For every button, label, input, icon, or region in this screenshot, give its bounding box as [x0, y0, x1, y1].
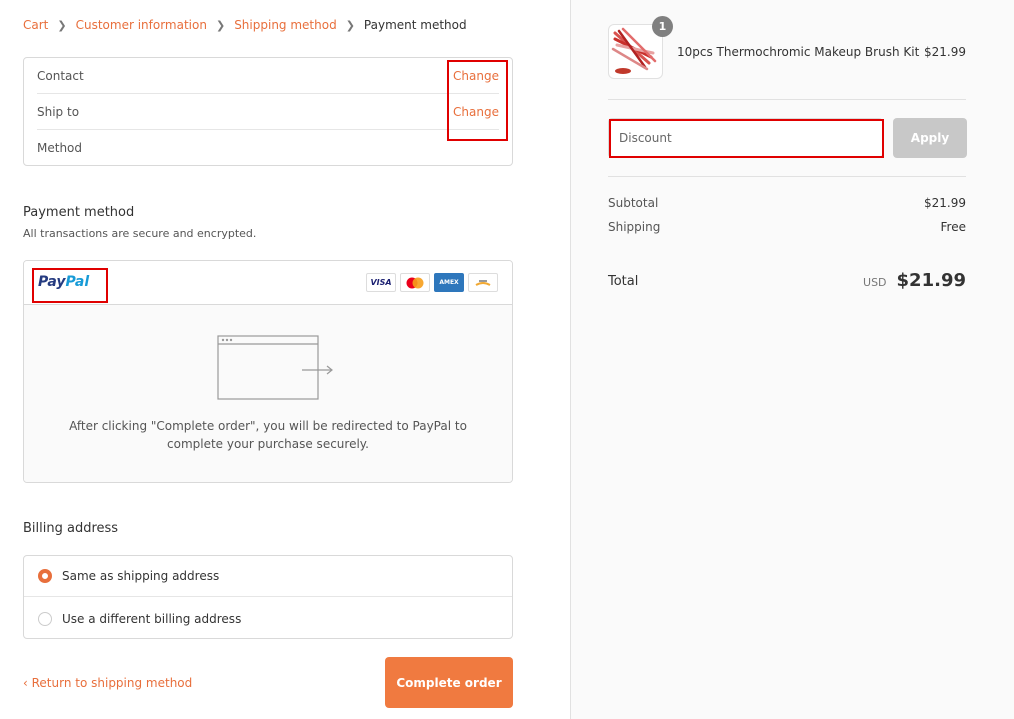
- shipping-label: Shipping: [608, 220, 661, 234]
- billing-option-same-label: Same as shipping address: [62, 569, 220, 583]
- divider: [608, 99, 966, 100]
- change-ship-to-link[interactable]: Change: [453, 105, 499, 119]
- browser-redirect-icon: [217, 335, 333, 400]
- shipping-value: Free: [940, 220, 966, 234]
- quantity-badge: 1: [652, 16, 673, 37]
- subtotal-value: $21.99: [924, 196, 966, 210]
- payment-box: PayPal VISA AMEX After clicking "Complet…: [23, 260, 513, 483]
- subtotal-row: Subtotal $21.99: [608, 196, 966, 210]
- order-review-box: Contact Change Ship to Change Method: [23, 57, 513, 166]
- apply-discount-button[interactable]: Apply: [893, 118, 967, 158]
- amex-icon: AMEX: [434, 273, 464, 292]
- subtotal-label: Subtotal: [608, 196, 659, 210]
- total-value: $21.99: [896, 270, 966, 291]
- payment-method-subtitle: All transactions are secure and encrypte…: [23, 227, 257, 240]
- checkout-main: Cart ❯ Customer information ❯ Shipping m…: [0, 0, 570, 719]
- total-currency: USD: [863, 276, 887, 289]
- total-label: Total: [608, 274, 639, 289]
- radio-different-billing[interactable]: [38, 611, 52, 626]
- redirect-message: After clicking "Complete order", you wil…: [69, 419, 467, 451]
- billing-option-different-label: Use a different billing address: [62, 611, 242, 626]
- paypal-logo: PayPal: [38, 274, 90, 290]
- breadcrumb: Cart ❯ Customer information ❯ Shipping m…: [23, 18, 467, 32]
- chevron-right-icon: ❯: [57, 18, 67, 32]
- breadcrumb-shipping-method[interactable]: Shipping method: [234, 18, 337, 32]
- method-label: Method: [37, 141, 83, 155]
- ship-to-label: Ship to: [37, 104, 80, 119]
- billing-address-box: Same as shipping address Use a different…: [23, 555, 513, 639]
- review-row-ship-to: Ship to Change: [37, 94, 499, 130]
- change-contact-link[interactable]: Change: [453, 69, 499, 83]
- order-summary: 1 10pcs Thermochromic Makeup Brush Kit $…: [570, 0, 1014, 719]
- complete-order-button[interactable]: Complete order: [385, 657, 513, 708]
- payment-method-title: Payment method: [23, 205, 135, 220]
- product-name: 10pcs Thermochromic Makeup Brush Kit: [677, 45, 920, 59]
- total-row: Total USD $21.99: [608, 270, 966, 291]
- breadcrumb-cart[interactable]: Cart: [23, 18, 48, 32]
- billing-option-different[interactable]: Use a different billing address: [24, 598, 512, 639]
- mastercard-icon: [400, 273, 430, 292]
- divider: [608, 176, 966, 177]
- product-price: $21.99: [924, 45, 966, 59]
- billing-option-same[interactable]: Same as shipping address: [24, 556, 512, 597]
- discount-input[interactable]: [608, 118, 883, 158]
- generic-card-icon: [468, 273, 498, 292]
- paypal-option[interactable]: PayPal VISA AMEX: [24, 261, 512, 305]
- chevron-right-icon: ❯: [345, 18, 355, 32]
- contact-label: Contact: [37, 68, 84, 83]
- return-to-shipping-link[interactable]: ‹ Return to shipping method: [23, 676, 192, 690]
- product-thumbnail: 1: [608, 16, 673, 79]
- chevron-right-icon: ❯: [215, 18, 226, 32]
- card-icons: VISA AMEX: [366, 273, 498, 292]
- visa-icon: VISA: [366, 273, 396, 292]
- billing-address-title: Billing address: [23, 521, 119, 536]
- radio-same-as-shipping[interactable]: [38, 569, 52, 583]
- review-row-method: Method: [37, 130, 499, 166]
- breadcrumb-current: Payment method: [363, 18, 467, 32]
- breadcrumb-customer-information[interactable]: Customer information: [76, 18, 207, 32]
- paypal-redirect-panel: After clicking "Complete order", you wil…: [24, 305, 512, 482]
- shipping-row: Shipping Free: [608, 220, 966, 234]
- chevron-left-icon: ‹: [23, 676, 32, 690]
- review-row-contact: Contact Change: [37, 58, 499, 94]
